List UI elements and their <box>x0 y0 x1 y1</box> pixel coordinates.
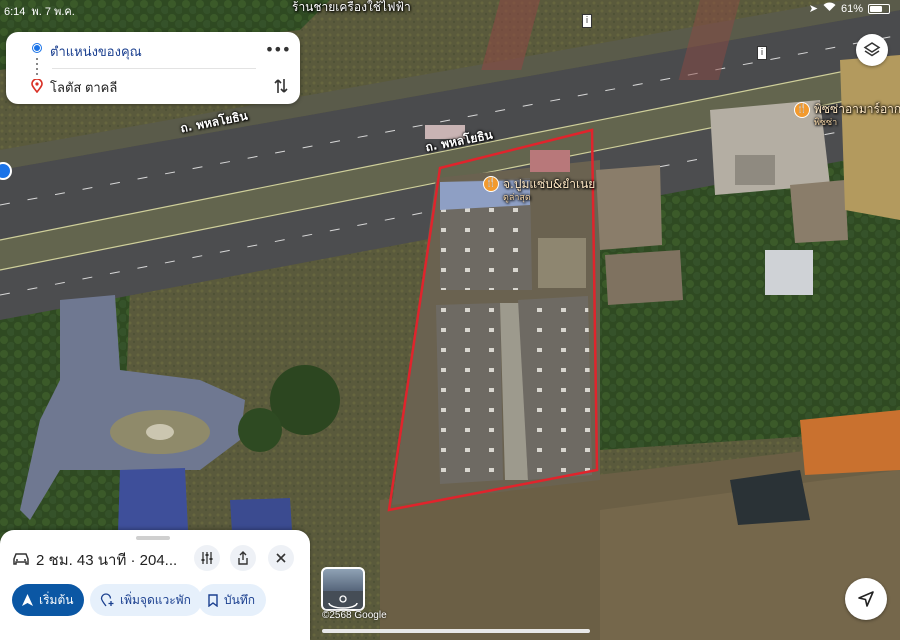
battery-percent: 61% <box>840 2 863 15</box>
add-stop-icon <box>100 593 114 607</box>
navigation-arrow-icon <box>22 594 33 606</box>
route-dots <box>36 58 38 76</box>
battery-icon <box>868 3 890 14</box>
recenter-button[interactable] <box>845 578 887 620</box>
restaurant-icon[interactable]: 🍴 <box>483 176 499 192</box>
info-sign-icon: i <box>757 46 767 60</box>
directions-sheet: 2 ชม. 43 นาที · 204... เริ่มต้น เพิ่มจุด… <box>0 530 310 640</box>
route-options-button[interactable] <box>194 545 220 571</box>
trip-summary[interactable]: 2 ชม. 43 นาที · 204... <box>36 548 177 572</box>
map-attribution: ©2568 Google <box>322 610 387 621</box>
add-stop-button[interactable]: เพิ่มจุดแวะพัก <box>90 584 202 616</box>
share-icon <box>238 551 248 565</box>
wifi-icon <box>823 2 836 15</box>
more-options-button[interactable]: ••• <box>265 40 291 59</box>
car-icon <box>13 553 29 565</box>
save-button[interactable]: บันทึก <box>198 584 266 616</box>
origin-dot-icon <box>33 44 41 52</box>
location-arrow-icon <box>858 591 874 607</box>
status-bar: 6:14 พ. 7 พ.ค. ➤ 61% <box>0 0 900 18</box>
home-indicator[interactable] <box>322 629 590 633</box>
start-button[interactable]: เริ่มต้น <box>12 584 85 616</box>
add-stop-label: เพิ่มจุดแวะพัก <box>120 592 191 607</box>
close-icon <box>276 553 286 563</box>
layers-button[interactable] <box>856 34 888 66</box>
close-button[interactable] <box>268 545 294 571</box>
save-label: บันทึก <box>224 592 255 607</box>
location-arrow-icon: ➤ <box>808 3 818 15</box>
bookmark-icon <box>208 593 218 607</box>
start-label: เริ่มต้น <box>39 592 74 607</box>
swap-icon[interactable] <box>272 76 290 96</box>
sheet-grabber[interactable] <box>136 536 170 540</box>
restaurant-icon[interactable]: 🍴 <box>794 102 810 118</box>
layers-icon <box>863 42 881 57</box>
poi-sublabel: พิซซ่า <box>814 118 838 128</box>
date: พ. 7 พ.ค. <box>31 6 75 18</box>
tune-icon <box>201 552 213 564</box>
clock: 6:14 <box>4 6 26 18</box>
origin-field[interactable]: ตำแหน่งของคุณ <box>50 41 142 62</box>
route-card: ตำแหน่งของคุณ โลตัส ตาคลี ••• <box>6 32 300 104</box>
destination-pin-icon <box>31 79 43 93</box>
destination-field[interactable]: โลตัส ตาคลี <box>50 77 117 98</box>
street-view-thumbnail[interactable] <box>321 567 365 611</box>
share-button[interactable] <box>230 545 256 571</box>
poi-sublabel: ดูล่าสุด <box>503 193 531 203</box>
divider <box>52 68 256 69</box>
